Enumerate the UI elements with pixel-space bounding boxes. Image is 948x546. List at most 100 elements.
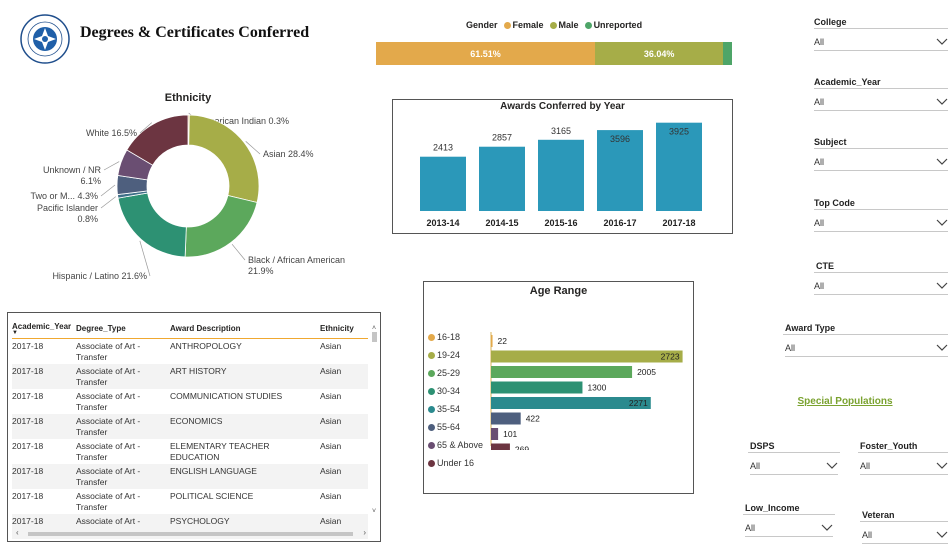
awards-bar-chart: 2413 2013-14 2857 2014-15 3165 2015-16 3596 201… [420,122,702,228]
table-cell: 2017-18 [12,364,76,389]
award-bar[interactable] [479,146,525,211]
table-cell: Asian [320,464,368,489]
ethnicity-label: Asian 28.4% [263,149,314,159]
divider [858,452,948,453]
scroll-down-icon[interactable]: ˅ [370,508,378,515]
table-row[interactable]: 2017-18 Associate of Art - Transfer ELEMEN… [12,439,368,464]
table-vertical-scrollbar[interactable]: ˄ ˅ [370,325,378,515]
dropdown-value: All [860,461,871,471]
bar-value-label: 2413 [433,143,453,153]
table-cell: Associate of Art - Transfer [76,391,141,412]
legend-label: Female [512,20,544,30]
bar-value-label: 3165 [551,126,571,136]
table-row[interactable]: 2017-18 Associate of Art - Transfer ECONOM… [12,414,368,439]
table-row[interactable]: 2017-18 Associate of Art - Transfer ART HI… [12,364,368,389]
age-bar[interactable] [491,443,510,451]
column-header-degree-type[interactable]: Degree_Type [76,321,170,339]
age-bar-chart: 22 2723 2005 1300 2271 422 101 269 [490,332,683,451]
subject-dropdown[interactable]: All [814,154,948,171]
age-bar[interactable] [491,381,583,394]
age-bar[interactable] [491,335,493,347]
filter-label-subject: Subject [814,137,847,147]
segment-label: 36.04% [643,48,675,59]
ethnicity-label: Black / African American 21.9% [248,255,345,276]
award-bar[interactable] [538,139,584,211]
award-bar[interactable] [420,156,466,211]
divider [783,334,948,335]
scroll-thumb[interactable] [28,532,353,536]
dropdown-value: All [745,523,756,533]
age-legend-item[interactable]: 55-64 [428,418,483,436]
ethnicity-slice[interactable] [117,192,187,258]
age-bar[interactable] [491,350,683,363]
age-legend-item[interactable]: Under 16 [428,454,483,472]
ethnicity-label: Hispanic / Latino 21.6% [52,271,147,281]
ethnicity-slice[interactable] [184,195,258,258]
age-legend-item[interactable]: 65 & Above [428,436,483,454]
age-bar[interactable] [491,428,499,440]
age-bar[interactable] [491,366,633,378]
cte-dropdown[interactable]: All [814,278,948,295]
chevron-down-icon [821,524,833,531]
legend-item-unreported[interactable]: Unreported [584,20,642,30]
gender-segment-female[interactable]: 61.51% [376,42,595,65]
x-tick-label: 2015-16 [544,218,577,228]
legend-item-female[interactable]: Female [503,20,544,30]
veteran-dropdown[interactable]: All [862,527,948,544]
table-row[interactable]: 2017-18 Associate of Art - Transfer ANTHRO… [12,339,368,365]
bar-value-label: 3596 [610,134,630,144]
legend-item-male[interactable]: Male [549,20,579,30]
ethnicity-label: Pacific Islander 0.8% [37,203,98,224]
academic-year-dropdown[interactable]: All [814,94,948,111]
table-row[interactable]: 2017-18 Associate of Art - Transfer COMMUN… [12,389,368,414]
legend-label: Male [558,20,579,30]
scroll-thumb[interactable] [371,332,377,342]
bar-value-label: 101 [503,429,517,439]
chevron-down-icon [936,158,948,165]
table-cell: Associate of Art - Transfer [76,464,170,489]
top-code-dropdown[interactable]: All [814,215,948,232]
scroll-up-icon[interactable]: ˄ [370,325,378,332]
divider [748,452,840,453]
filter-label-top-code: Top Code [814,198,855,208]
table-row[interactable]: 2017-18 Associate of Art - Transfer ENGLIS… [12,464,368,489]
table-row[interactable]: 2017-18 Associate of Art - Transfer POLITI… [12,489,368,514]
age-legend-item[interactable]: 16-18 [428,328,483,346]
ethnicity-slice[interactable] [188,114,260,203]
divider [814,209,948,210]
leader-line [100,184,116,197]
gender-segment-unreported[interactable] [723,42,732,65]
dropdown-value: All [814,157,825,167]
age-legend-item[interactable]: 19-24 [428,346,483,364]
gender-segment-male[interactable]: 36.04% [594,42,724,65]
legend-label: Under 16 [437,458,475,468]
unreported-dot-icon [584,21,592,29]
age-legend-item[interactable]: 35-54 [428,400,483,418]
table-cell: Associate of Art - Transfer [76,341,141,362]
age-legend-item[interactable]: 30-34 [428,382,483,400]
low-income-dropdown[interactable]: All [745,520,833,537]
scroll-left-icon[interactable]: ‹ [16,528,19,537]
column-header-award-description[interactable]: Award Description [170,321,320,339]
table-cell: ART HISTORY [170,364,320,389]
special-populations-link[interactable]: Special Populations [780,396,910,407]
college-dropdown[interactable]: All [814,34,948,51]
male-dot-icon [549,21,557,29]
age-legend-item[interactable]: 25-29 [428,364,483,382]
age-bar[interactable] [491,397,651,409]
table-cell: Asian [320,391,342,401]
table-horizontal-scrollbar[interactable]: ‹ › [16,528,366,538]
legend-dot-icon [428,405,435,413]
column-header-academic-year[interactable]: Academic_Year ▼ [12,321,76,339]
table-cell: 2017-18 [12,491,44,501]
filter-label-award-type: Award Type [785,323,836,333]
foster-youth-dropdown[interactable]: All [860,458,948,475]
award-type-dropdown[interactable]: All [785,340,948,357]
column-header-ethnicity[interactable]: Ethnicity [320,321,368,339]
dsps-dropdown[interactable]: All [750,458,838,475]
ethnicity-title: Ethnicity [164,92,212,104]
bar-value-label: 2005 [637,367,656,377]
divider [814,148,948,149]
scroll-right-icon[interactable]: › [363,528,366,537]
age-bar[interactable] [491,412,521,425]
